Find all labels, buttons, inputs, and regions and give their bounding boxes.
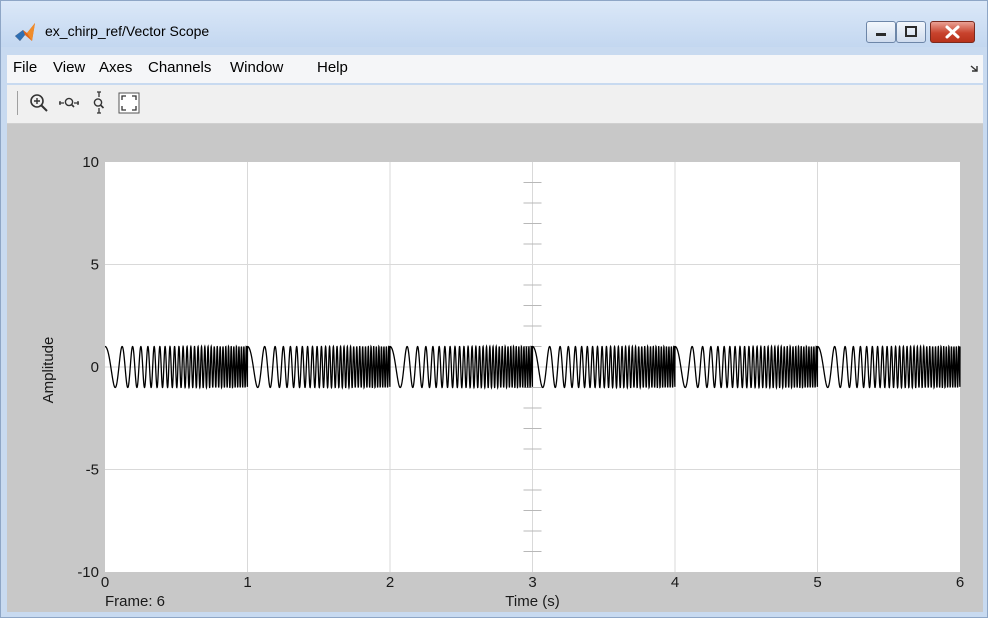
maximize-button[interactable] xyxy=(896,21,926,43)
x-tick-label: 5 xyxy=(813,574,821,591)
y-tick-label: 5 xyxy=(91,257,99,274)
plot-panel: 0 1 2 3 4 5 6 10 5 0 -5 -10 Amplitude Time (s) Fram… xyxy=(7,124,983,612)
x-tick-label: 0 xyxy=(101,574,109,591)
dock-arrow-icon[interactable] xyxy=(970,63,980,73)
y-tick-label: -10 xyxy=(77,564,99,581)
zoom-x-icon[interactable] xyxy=(57,91,81,115)
x-axis-label: Time (s) xyxy=(505,593,559,610)
y-tick-label: 0 xyxy=(91,359,99,376)
x-tick-label: 6 xyxy=(956,574,964,591)
close-button[interactable] xyxy=(930,21,975,43)
zoom-in-icon[interactable] xyxy=(27,91,51,115)
autoscale-icon[interactable] xyxy=(117,91,141,115)
menu-help[interactable]: Help xyxy=(317,59,348,76)
zoom-y-icon[interactable] xyxy=(87,91,111,115)
menu-view[interactable]: View xyxy=(53,59,85,76)
menu-channels[interactable]: Channels xyxy=(148,59,211,76)
x-tick-label: 1 xyxy=(243,574,251,591)
close-icon xyxy=(945,25,960,39)
title-bar[interactable]: ex_chirp_ref/Vector Scope xyxy=(1,1,987,47)
menu-axes[interactable]: Axes xyxy=(99,59,132,76)
menu-bar: File View Axes Channels Window Help xyxy=(7,55,983,83)
matlab-logo-icon xyxy=(15,23,35,41)
menu-window[interactable]: Window xyxy=(230,59,283,76)
minimize-button[interactable] xyxy=(866,21,896,43)
menu-file[interactable]: File xyxy=(13,59,37,76)
maximize-icon xyxy=(905,26,917,37)
window-title: ex_chirp_ref/Vector Scope xyxy=(45,23,210,39)
minimize-icon xyxy=(876,33,886,36)
frame-label: Frame: 6 xyxy=(105,593,165,610)
x-tick-label: 2 xyxy=(386,574,394,591)
scope-window: ex_chirp_ref/Vector Scope File View Axes… xyxy=(0,0,988,618)
scope-plot[interactable]: 0 1 2 3 4 5 6 10 5 0 -5 -10 Amplitude Time (s) Fram… xyxy=(7,124,983,612)
toolbar-separator xyxy=(17,91,18,115)
toolbar xyxy=(7,85,983,124)
x-tick-label: 4 xyxy=(671,574,679,591)
y-tick-label: 10 xyxy=(82,154,99,171)
x-tick-label: 3 xyxy=(528,574,536,591)
y-tick-label: -5 xyxy=(86,462,99,479)
y-axis-label: Amplitude xyxy=(40,337,57,404)
